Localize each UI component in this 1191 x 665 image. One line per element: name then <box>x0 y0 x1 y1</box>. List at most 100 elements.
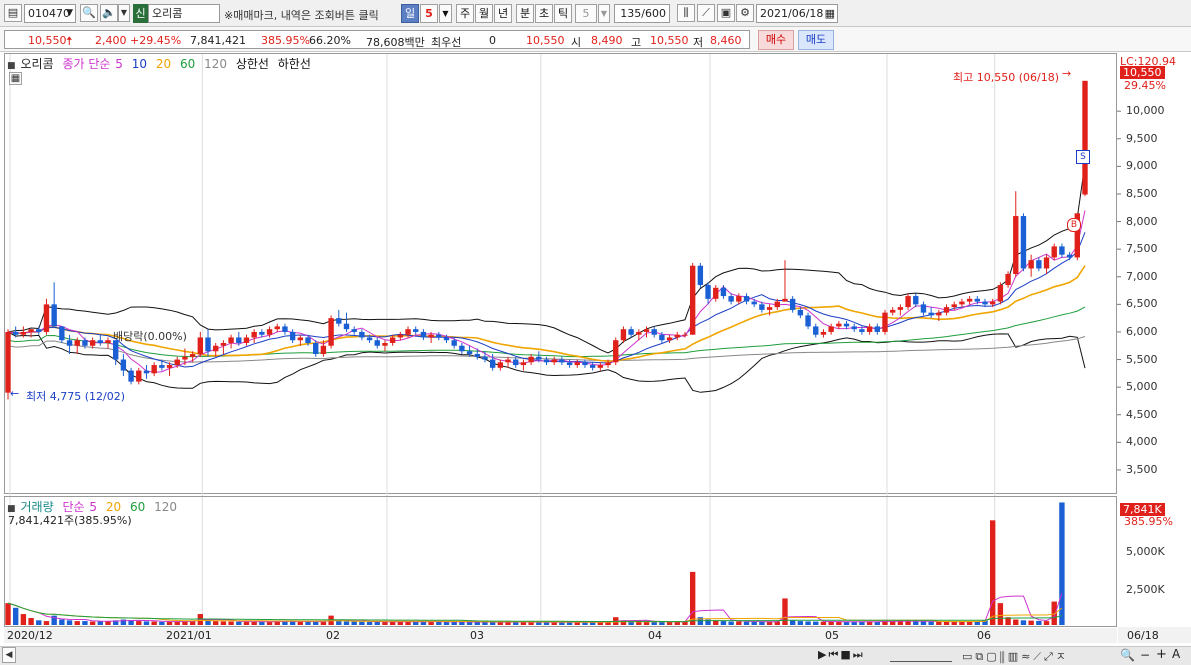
magnify-icon[interactable]: 🔍 <box>1120 648 1135 662</box>
candle-body <box>736 296 742 302</box>
candle-body <box>274 326 280 330</box>
candle-body <box>882 312 888 332</box>
candle-body <box>905 296 911 308</box>
date-label: 2020/12 <box>7 629 53 642</box>
zoom-icon[interactable]: ▭ <box>962 650 975 663</box>
legend-stock: 오리콤 <box>20 57 54 71</box>
candle-body <box>559 359 565 363</box>
candle-body <box>936 312 942 316</box>
candle-body <box>236 337 242 343</box>
volume-value-line: 7,841,421주(385.95%) <box>8 514 132 527</box>
candle-body <box>943 307 950 313</box>
candle-body <box>189 354 196 357</box>
candle-body <box>228 337 234 343</box>
candle-body <box>966 298 973 302</box>
candle-body <box>574 362 580 366</box>
price-axis-label: 7,000 <box>1126 269 1158 283</box>
tool-icons[interactable]: ▭⧉▢⫼▥≈⟋⤢ㅈ <box>962 648 1069 664</box>
candle-body <box>920 304 927 313</box>
trend2-icon[interactable]: ⤢ <box>1044 650 1056 663</box>
candle-body <box>59 326 65 341</box>
candle-body <box>674 334 680 338</box>
candle-body <box>605 362 611 366</box>
candle-body <box>666 337 673 341</box>
candle-body <box>1051 246 1057 258</box>
candle-body <box>282 326 288 332</box>
candle-body <box>120 359 127 371</box>
date-label: 03 <box>470 629 484 642</box>
date-label-right: 06/18 <box>1127 629 1159 642</box>
scroll-left-icon[interactable]: ◀ <box>2 647 16 663</box>
price-axis-label: 5,000 <box>1126 380 1158 394</box>
volume-tick: 5,000K <box>1126 545 1165 558</box>
chart-icon[interactable]: ⫼ <box>1000 650 1008 663</box>
copy-icon[interactable]: ⧉ <box>975 650 986 663</box>
candle-body <box>728 296 734 302</box>
legend-ma120: 120 <box>204 57 227 71</box>
bar-icon[interactable]: ▥ <box>1008 650 1021 663</box>
candle-body <box>436 334 442 338</box>
last-icon[interactable]: ⏭ <box>853 648 865 661</box>
font-size-icon[interactable]: A <box>1172 647 1180 661</box>
price-axis-label: 3,500 <box>1126 462 1158 476</box>
candle-body <box>859 329 865 332</box>
trend-icon[interactable]: ⟋ <box>1033 650 1044 663</box>
text-icon[interactable]: ㅈ <box>1056 650 1069 663</box>
candle-body <box>1082 80 1088 195</box>
price-axis-label: 5,500 <box>1126 352 1158 366</box>
date-label: 02 <box>326 629 340 642</box>
candle-body <box>451 340 457 346</box>
candle-body <box>866 326 873 332</box>
candle-body <box>389 337 396 343</box>
candle-body <box>366 337 373 341</box>
candle-body <box>836 323 842 327</box>
candle-body <box>397 334 404 338</box>
first-icon[interactable]: ⏮ <box>828 648 840 661</box>
candle-body <box>482 356 488 360</box>
next-icon[interactable]: ▶ <box>818 648 828 661</box>
playback-controls[interactable]: ▶⏮■⏭ <box>818 648 865 662</box>
candle-body <box>336 318 342 324</box>
candle-body <box>705 285 711 299</box>
buy-mark-icon: B <box>1067 218 1081 232</box>
candle-body <box>659 334 665 341</box>
candle-body <box>428 334 434 338</box>
window-icon[interactable]: ▢ <box>986 650 999 663</box>
candle-body <box>959 301 965 305</box>
line-icon[interactable]: ≈ <box>1021 650 1033 663</box>
candle-body <box>628 329 634 335</box>
candle-body <box>343 323 350 330</box>
candle-body <box>205 337 211 352</box>
date-label: 06 <box>977 629 991 642</box>
volume-ma120: 120 <box>154 500 177 514</box>
low-annotation: 최저 4,775 (12/02) <box>26 390 126 403</box>
candle-body <box>43 304 50 332</box>
grid-icon[interactable]: ▦ <box>9 72 22 85</box>
candle-body <box>1028 260 1034 269</box>
candle-body <box>374 340 380 346</box>
candle-body <box>820 331 827 335</box>
volume-chart-panel <box>4 496 1117 627</box>
candle-body <box>551 359 557 363</box>
candle-body <box>636 331 642 335</box>
candle-body <box>613 340 619 363</box>
candle-body <box>797 309 804 316</box>
candle-body <box>36 329 42 332</box>
candle-body <box>497 362 504 368</box>
price-legend: ■ 오리콤 종가 단순 5 10 20 60 120 상한선 하한선 <box>7 55 316 72</box>
zoom-slider[interactable] <box>890 649 952 662</box>
plus-icon[interactable]: + <box>1156 647 1167 662</box>
candle-body <box>97 340 104 343</box>
candle-body <box>582 362 588 366</box>
minus-icon[interactable]: − <box>1140 648 1150 662</box>
legend-ma10: 10 <box>131 57 148 71</box>
candle-body <box>766 307 773 310</box>
stop-icon[interactable]: ■ <box>840 648 852 661</box>
candle-body <box>782 298 788 302</box>
arrow-left-icon: ← <box>10 387 20 400</box>
candle-body <box>651 329 657 335</box>
bottom-scrollbar[interactable]: ◀ ▶⏮■⏭ ▭⧉▢⫼▥≈⟋⤢ㅈ 🔍 − + A <box>0 646 1191 665</box>
legend-lower: 하한선 <box>277 57 311 71</box>
candle-body <box>66 340 73 346</box>
legend-ma-title: 종가 단순 <box>62 57 111 71</box>
